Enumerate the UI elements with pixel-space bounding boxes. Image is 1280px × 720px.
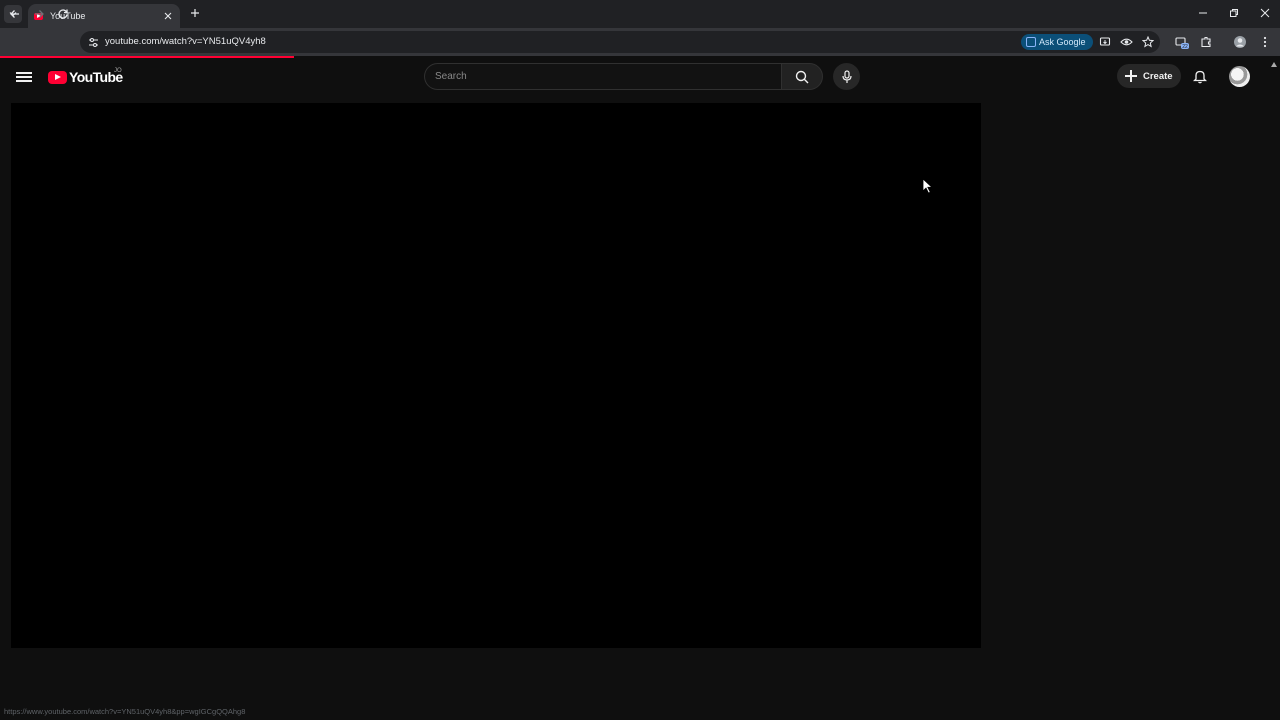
reload-button[interactable]: [55, 6, 71, 22]
back-button[interactable]: [7, 6, 23, 22]
eye-icon: [1119, 38, 1133, 46]
new-tab-button[interactable]: [188, 6, 202, 20]
bell-icon: [1193, 70, 1207, 83]
restore-window-button[interactable]: [1227, 6, 1241, 20]
scrollbar-up-arrow[interactable]: [1270, 60, 1278, 68]
youtube-logo[interactable]: YouTube: [48, 69, 123, 85]
search-button[interactable]: [781, 63, 823, 90]
close-window-button[interactable]: [1258, 6, 1272, 20]
notifications-button[interactable]: [1192, 68, 1208, 84]
puzzle-icon: [1201, 36, 1211, 48]
profile-button[interactable]: [1233, 35, 1247, 49]
browser-menu-button[interactable]: [1258, 35, 1272, 49]
menu-line: [16, 72, 32, 74]
close-icon: [1260, 8, 1270, 18]
arrow-right-icon: [35, 10, 44, 18]
ask-google-label: Ask Google: [1039, 37, 1086, 47]
minimize-icon: [1199, 12, 1207, 14]
arrow-left-icon: [10, 10, 19, 18]
menu-line: [16, 80, 32, 82]
forward-button[interactable]: [31, 6, 47, 22]
browser-tab-youtube[interactable]: YouTube: [28, 4, 180, 28]
restore-icon: [1230, 9, 1238, 17]
url-text[interactable]: youtube.com/watch?v=YN51uQV4yh8: [105, 36, 266, 47]
extension-button[interactable]: 22: [1175, 35, 1189, 49]
plus-icon: [191, 9, 199, 17]
account-avatar[interactable]: [1229, 66, 1250, 87]
search-input[interactable]: Search: [424, 63, 781, 90]
microphone-icon: [841, 69, 852, 83]
video-player[interactable]: [11, 103, 981, 648]
mouse-cursor-icon: [922, 178, 934, 194]
ask-google-button[interactable]: Ask Google: [1021, 34, 1093, 50]
voice-search-button[interactable]: [833, 63, 860, 90]
site-info-button[interactable]: [86, 35, 100, 49]
create-button[interactable]: Create: [1117, 64, 1181, 88]
reload-icon: [58, 9, 68, 19]
star-icon: [1142, 36, 1154, 48]
create-label: Create: [1143, 70, 1173, 82]
menu-line: [16, 76, 32, 78]
country-code: JO: [114, 68, 122, 74]
extension-badge-count: 22: [1182, 44, 1188, 49]
guide-menu-button[interactable]: [16, 70, 32, 84]
reading-mode-button[interactable]: [1119, 35, 1133, 49]
bookmark-button[interactable]: [1141, 35, 1155, 49]
triangle-up-icon: [1271, 61, 1277, 67]
status-bar-url: https://www.youtube.com/watch?v=YN51uQV4…: [0, 705, 250, 719]
lens-icon: [1026, 37, 1036, 47]
profile-avatar-icon: [1234, 36, 1246, 48]
close-icon: [164, 12, 172, 20]
close-tab-button[interactable]: [162, 10, 174, 22]
install-icon: [1099, 37, 1111, 46]
minimize-window-button[interactable]: [1196, 6, 1210, 20]
more-vert-icon: [1263, 36, 1267, 48]
plus-icon: [1125, 70, 1137, 82]
youtube-play-icon: [48, 70, 67, 84]
install-app-button[interactable]: [1098, 35, 1112, 49]
tune-icon: [88, 37, 98, 47]
extensions-menu-button[interactable]: [1199, 35, 1213, 49]
search-icon: [795, 70, 809, 83]
extension-badge-icon: 22: [1175, 37, 1189, 49]
